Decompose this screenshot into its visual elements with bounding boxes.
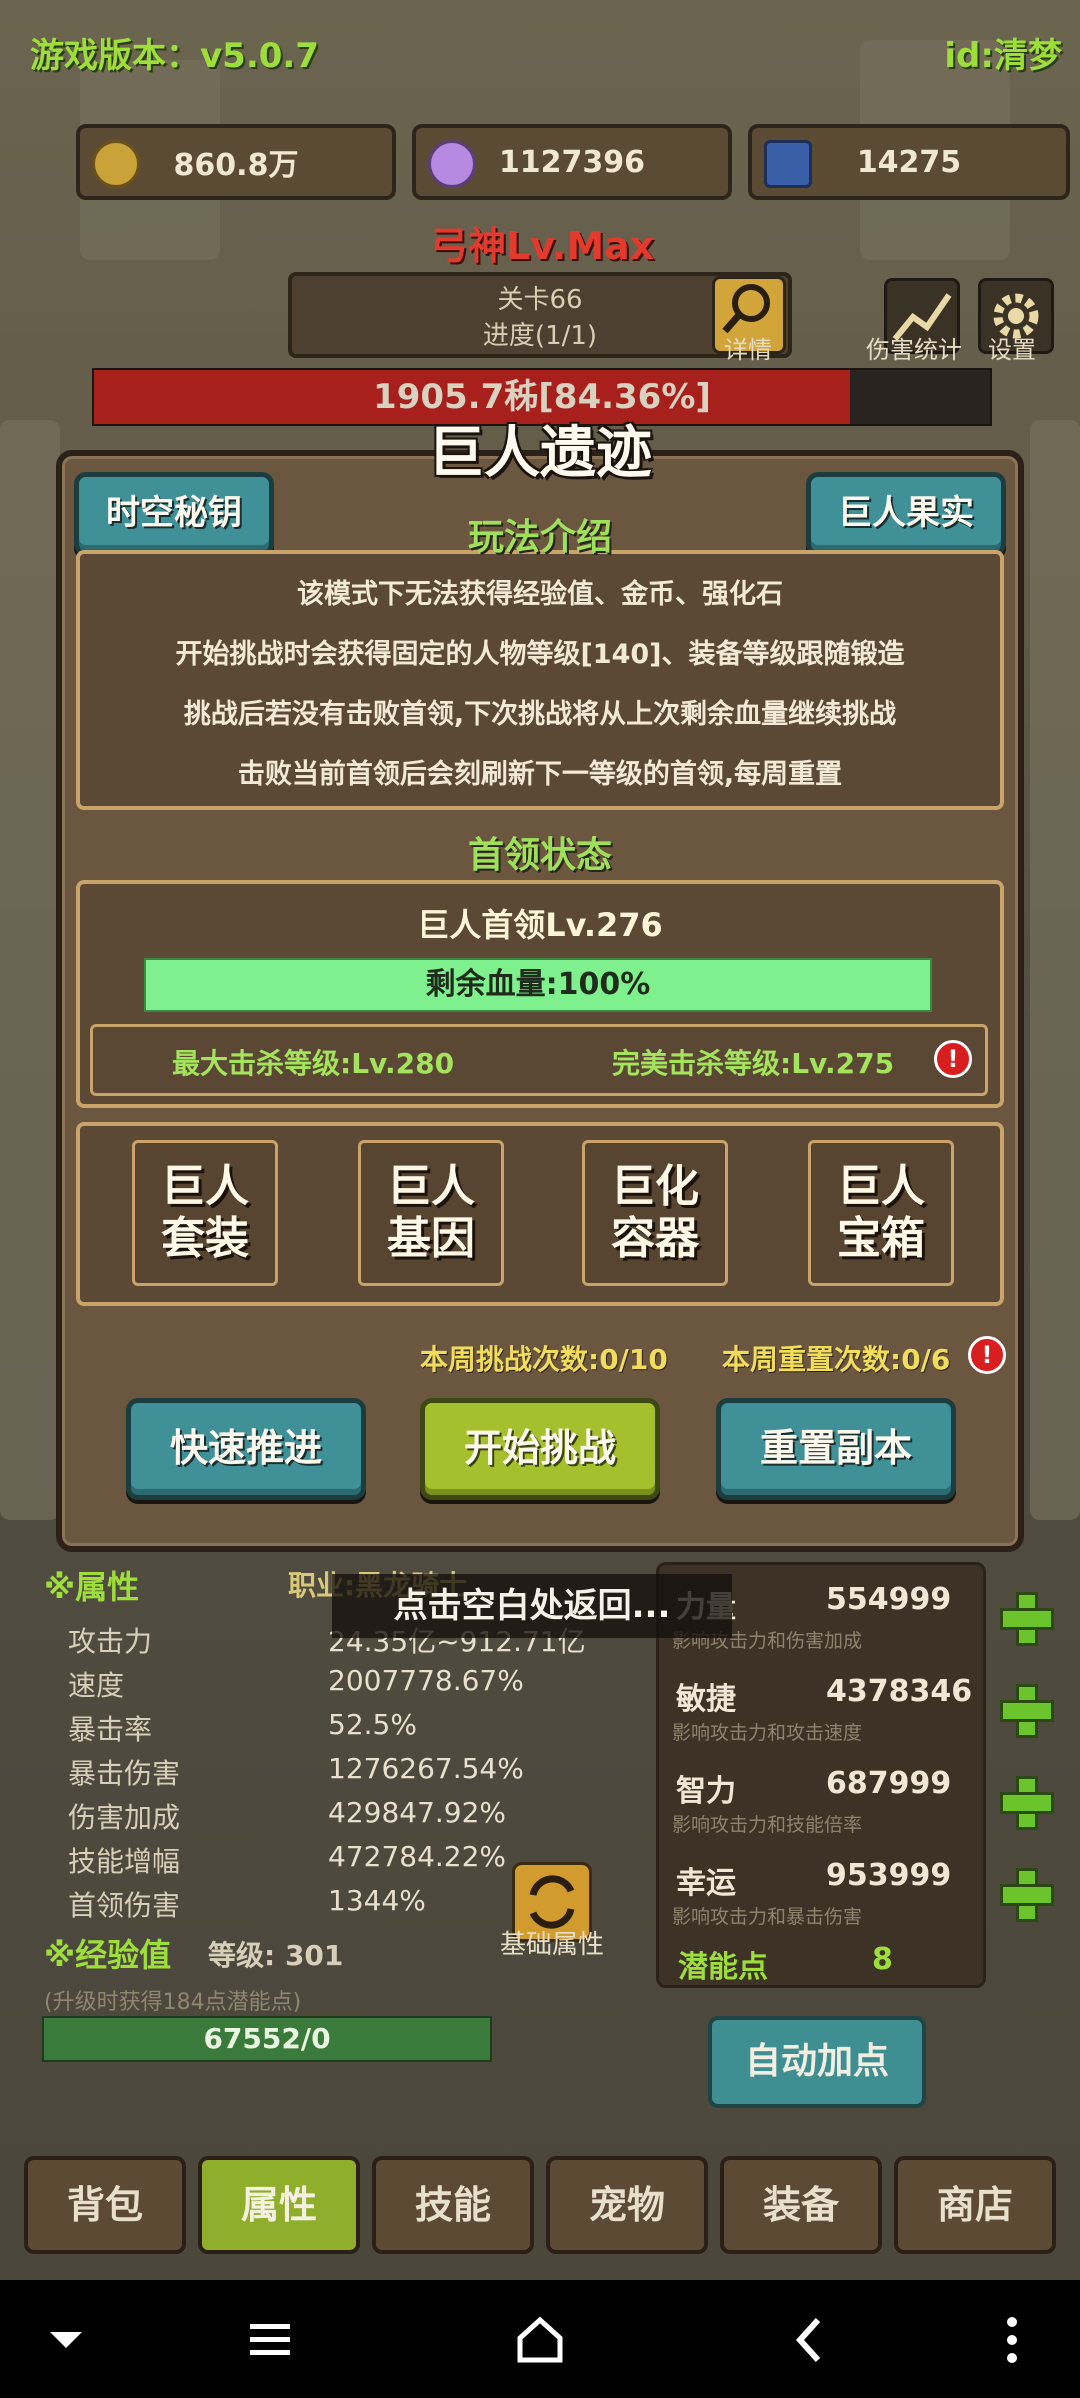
- boss-remaining-hp-text: 剩余血量:100%: [425, 967, 651, 1002]
- stat-value: 1276267.54%: [328, 1752, 524, 1785]
- stat-label: 速度: [68, 1669, 125, 1702]
- stat-value: 472784.22%: [328, 1840, 507, 1873]
- core-stat-desc: 影响攻击力和技能倍率: [672, 1814, 863, 1836]
- tab-shop[interactable]: 商店: [894, 2156, 1056, 2254]
- rule-line: 挑战后若没有击败首领,下次挑战将从上次剩余血量继续挑战: [183, 699, 897, 730]
- item-label: 巨化: [611, 1161, 699, 1212]
- giant-gene-button[interactable]: 巨人 基因: [358, 1140, 504, 1286]
- more-options-icon[interactable]: [982, 2310, 1042, 2370]
- weekly-reset-count: 本周重置次数:0/6: [722, 1343, 951, 1376]
- tab-backpack[interactable]: 背包: [24, 2156, 186, 2254]
- fast-advance-button[interactable]: 快速推进: [126, 1398, 366, 1500]
- player-title: 弓神Lv.Max: [430, 224, 655, 268]
- item-label: 巨人: [161, 1161, 249, 1212]
- tap-to-close-hint[interactable]: 点击空白处返回...: [332, 1574, 732, 1638]
- back-icon[interactable]: [780, 2310, 840, 2370]
- rule-line: 击败当前首领后会刻刷新下一等级的首领,每周重置: [237, 759, 843, 790]
- item-label: 宝箱: [837, 1213, 925, 1264]
- core-stat-value: 554999: [826, 1582, 952, 1617]
- stat-label: 首领伤害: [68, 1889, 181, 1922]
- stat-label: 伤害加成: [68, 1801, 181, 1834]
- core-stat-desc: 影响攻击力和暴击伤害: [672, 1906, 863, 1928]
- giant-container-button[interactable]: 巨化 容器: [582, 1140, 728, 1286]
- tab-equipment[interactable]: 装备: [720, 2156, 882, 2254]
- damage-stats-label: 伤害统计: [866, 336, 962, 364]
- crystal-counter: 1127396: [412, 124, 732, 200]
- rules-heading: 玩法介绍: [467, 517, 612, 558]
- blue-card-icon: [764, 140, 812, 188]
- potential-label: 潜能点: [678, 1950, 768, 1985]
- add-strength-button[interactable]: [1000, 1592, 1054, 1646]
- stat-value: 52.5%: [328, 1708, 417, 1741]
- max-kill-level: 最大击杀等级:Lv.280: [172, 1047, 455, 1080]
- stat-value: 1344%: [328, 1884, 426, 1917]
- item-label: 巨人: [837, 1161, 925, 1212]
- experience-bar: 67552/0: [42, 2016, 492, 2062]
- potential-value: 8: [872, 1942, 893, 1977]
- hide-nav-icon[interactable]: [36, 2310, 96, 2370]
- experience-level: 等级: 301: [208, 1939, 344, 1972]
- card-counter: 14275: [748, 124, 1070, 200]
- bottom-tab-bar: 背包 属性 技能 宠物 装备 商店: [24, 2156, 1056, 2256]
- experience-heading: ※经验值: [44, 1936, 172, 1974]
- base-attr-label: 基础属性: [500, 1930, 605, 1960]
- stat-label: 技能增幅: [68, 1845, 181, 1878]
- core-stat-desc: 影响攻击力和攻击速度: [672, 1722, 863, 1744]
- home-icon[interactable]: [510, 2310, 570, 2370]
- gold-counter: 860.8万: [76, 124, 396, 200]
- add-intelligence-button[interactable]: [1000, 1776, 1054, 1830]
- add-agility-button[interactable]: [1000, 1684, 1054, 1738]
- stat-label: 暴击率: [68, 1713, 153, 1746]
- stat-label: 暴击伤害: [68, 1757, 181, 1790]
- auto-add-points-button[interactable]: 自动加点: [708, 2016, 926, 2108]
- giant-set-button[interactable]: 巨人 套装: [132, 1140, 278, 1286]
- tab-pets[interactable]: 宠物: [546, 2156, 708, 2254]
- core-stat-value: 4378346: [826, 1674, 973, 1709]
- crystal-lotus-icon: [428, 140, 476, 188]
- item-label: 容器: [611, 1213, 699, 1264]
- tab-skills[interactable]: 技能: [372, 2156, 534, 2254]
- stat-value: 2007778.67%: [328, 1664, 524, 1697]
- reset-alert-icon[interactable]: !: [968, 1336, 1006, 1374]
- crystal-value: 1127396: [498, 144, 646, 180]
- core-stat-value: 953999: [826, 1858, 952, 1893]
- game-version: 游戏版本：v5.0.7: [30, 36, 319, 76]
- card-value: 14275: [856, 144, 962, 180]
- add-luck-button[interactable]: [1000, 1868, 1054, 1922]
- core-stat-label: 智力: [676, 1774, 736, 1809]
- stat-label: 攻击力: [68, 1625, 153, 1658]
- kill-level-alert-icon[interactable]: !: [934, 1040, 972, 1078]
- core-stat-value: 687999: [826, 1766, 952, 1801]
- boss-name: 巨人首领Lv.276: [417, 906, 663, 944]
- coin-icon: [92, 140, 140, 188]
- perfect-kill-level: 完美击杀等级:Lv.275: [612, 1047, 895, 1080]
- item-label: 套装: [161, 1213, 249, 1264]
- tab-attributes[interactable]: 属性: [198, 2156, 360, 2254]
- boss-status-heading: 首领状态: [467, 835, 612, 876]
- item-label: 巨人: [387, 1161, 475, 1212]
- recents-icon[interactable]: [240, 2310, 300, 2370]
- system-navigation-bar: [0, 2280, 1080, 2398]
- giant-chest-button[interactable]: 巨人 宝箱: [808, 1140, 954, 1286]
- boss-remaining-hp-bar: 剩余血量:100%: [144, 958, 932, 1012]
- reset-dungeon-button[interactable]: 重置副本: [716, 1398, 956, 1500]
- attributes-heading: ※属性: [44, 1568, 140, 1606]
- core-stat-label: 幸运: [676, 1866, 736, 1901]
- rule-line: 开始挑战时会获得固定的人物等级[140]、装备等级跟随锻造: [175, 639, 905, 670]
- stat-value: 429847.92%: [328, 1796, 507, 1829]
- item-label: 基因: [387, 1213, 475, 1264]
- settings-label: 设置: [988, 336, 1036, 364]
- gold-value: 860.8万: [173, 148, 299, 183]
- core-stat-label: 敏捷: [676, 1682, 736, 1717]
- start-challenge-button[interactable]: 开始挑战: [420, 1398, 660, 1500]
- experience-note: (升级时获得184点潜能点): [44, 1990, 302, 2015]
- rule-line: 该模式下无法获得经验值、金币、强化石: [297, 579, 783, 610]
- detail-label: 详情: [724, 336, 772, 364]
- weekly-challenge-count: 本周挑战次数:0/10: [420, 1343, 668, 1376]
- user-id: id:清梦: [944, 36, 1062, 76]
